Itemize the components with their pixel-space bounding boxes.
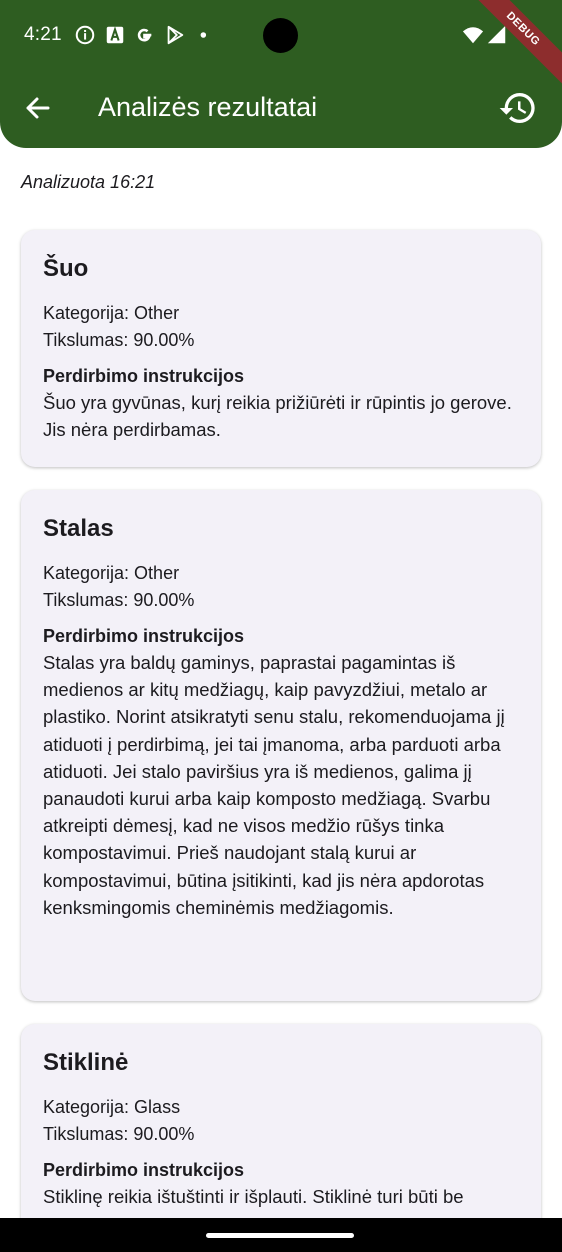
page-title: Analizės rezultatai [98,92,318,122]
instructions-text: Šuo yra gyvūnas, kurį reikia prižiūrėti … [43,392,512,441]
play-icon [167,25,184,45]
history-icon[interactable] [498,88,538,128]
wifi-icon [462,27,484,44]
analyzed-time-label: Analizuota 16:21 [21,172,156,192]
info-icon [75,25,95,45]
google-icon [137,28,152,42]
instructions-text: Stiklinę reikia ištuštinti ir išplauti. … [43,1186,464,1207]
app-bar: 4:21 DEBUG Analizės rezultatai [0,0,562,148]
result-category: Kategorija: Other [43,303,180,323]
camera-cutout [263,18,298,53]
result-title: Stiklinė [43,1049,129,1076]
result-title: Stalas [43,515,114,542]
result-accuracy: Tikslumas: 90.00% [43,1124,195,1144]
result-card: Stalas Kategorija: Other Tikslumas: 90.0… [21,490,541,1001]
a-icon [106,26,124,44]
back-arrow-icon[interactable] [18,88,58,128]
result-card: Šuo Kategorija: Other Tikslumas: 90.00% … [21,230,541,467]
dot-icon [200,32,207,38]
instructions-heading: Perdirbimo instrukcijos [43,1160,245,1180]
instructions-heading: Perdirbimo instrukcijos [43,366,245,386]
result-accuracy: Tikslumas: 90.00% [43,330,195,350]
home-gesture-handle[interactable] [206,1233,354,1238]
system-nav-bar [0,1218,562,1252]
result-title: Šuo [43,255,89,282]
status-time: 4:21 [24,24,62,45]
result-accuracy: Tikslumas: 90.00% [43,590,195,610]
instructions-heading: Perdirbimo instrukcijos [43,626,245,646]
status-bar: 4:21 DEBUG [0,0,562,90]
instructions-text: Stalas yra baldų gaminys, paprastai paga… [43,652,505,918]
result-category: Kategorija: Other [43,563,180,583]
screen: 4:21 DEBUG Analizės rezultatai Analizuot… [0,0,562,1252]
signal-icon [487,25,506,44]
result-category: Kategorija: Glass [43,1097,181,1117]
